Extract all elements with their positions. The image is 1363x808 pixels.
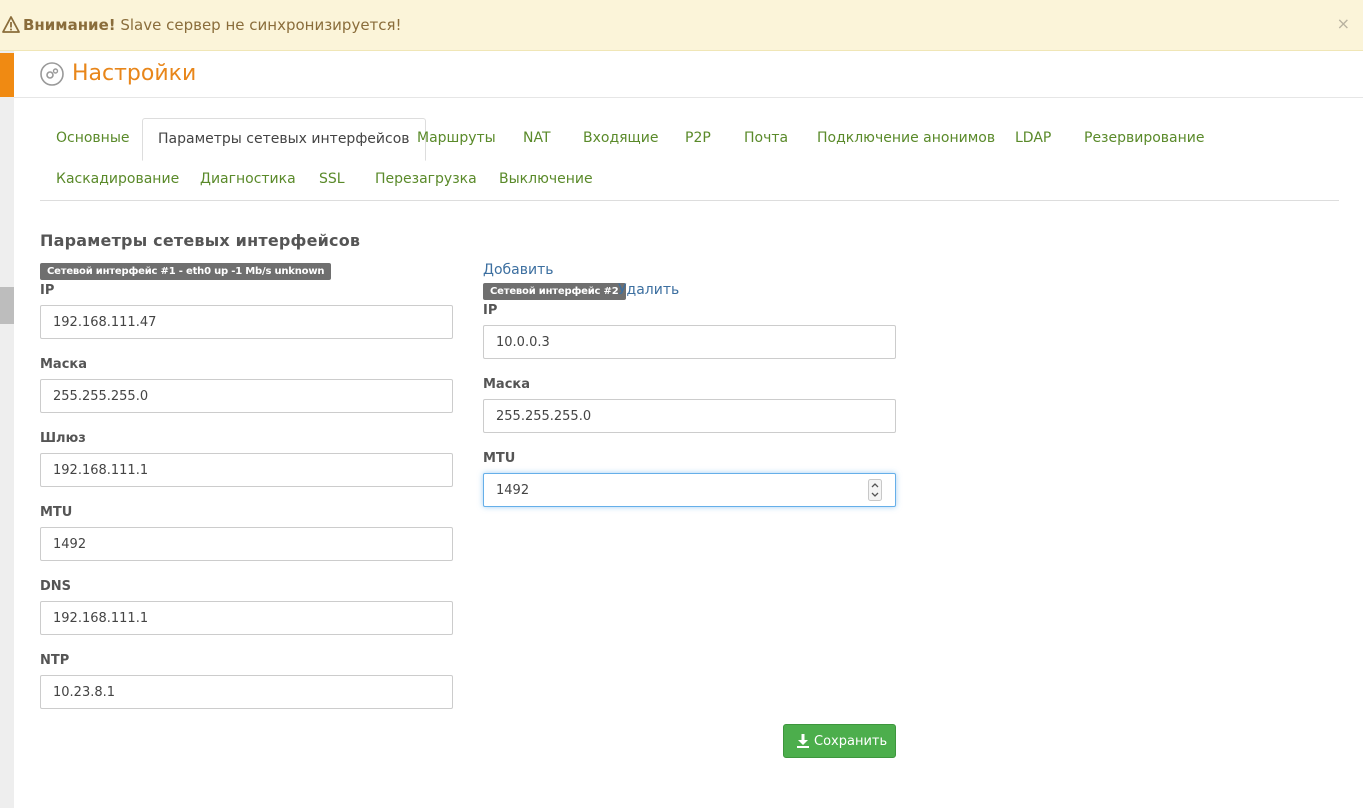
tab-ssl[interactable]: SSL: [319, 171, 345, 187]
alert-message: Slave сервер не синхронизируется!: [115, 16, 402, 34]
if1-mtu-label: MTU: [40, 505, 73, 520]
tab-reboot[interactable]: Перезагрузка: [375, 171, 477, 187]
download-icon: [797, 734, 809, 748]
sidebar-scroll-handle[interactable]: [0, 287, 14, 324]
alert-text: Внимание! Slave сервер не синхронизирует…: [23, 16, 402, 34]
save-label: Сохранить: [814, 734, 888, 749]
tab-p2p[interactable]: P2P: [685, 130, 711, 146]
if1-dns-label: DNS: [40, 579, 72, 594]
if1-ntp-label: NTP: [40, 653, 70, 668]
warning-icon: [2, 16, 20, 33]
tab-ldap[interactable]: LDAP: [1015, 130, 1051, 146]
if1-mask-input[interactable]: [40, 379, 453, 413]
add-interface-link[interactable]: Добавить: [483, 262, 553, 278]
delete-interface-link[interactable]: Удалить: [618, 282, 679, 298]
save-button[interactable]: Сохранить: [783, 724, 896, 758]
if1-ip-label: IP: [40, 283, 55, 298]
if2-mtu-label: MTU: [483, 451, 516, 466]
tab-routes[interactable]: Маршруты: [417, 130, 496, 146]
interface2-badge: Сетевой интерфейс #2: [483, 283, 626, 300]
tab-mail[interactable]: Почта: [744, 130, 788, 146]
tab-basic[interactable]: Основные: [56, 130, 130, 146]
tab-shutdown[interactable]: Выключение: [499, 171, 593, 187]
if1-ip-input[interactable]: [40, 305, 453, 339]
if1-gateway-label: Шлюз: [40, 431, 86, 446]
page-header: Настройки: [14, 51, 1363, 98]
if1-mask-label: Маска: [40, 357, 88, 372]
if2-mask-input[interactable]: [483, 399, 896, 433]
tab-backup[interactable]: Резервирование: [1084, 130, 1205, 146]
if2-mask-label: Маска: [483, 377, 531, 392]
sidebar-accent: [0, 53, 14, 97]
alert-strong: Внимание!: [23, 16, 116, 34]
mtu-spinner-icon[interactable]: [868, 479, 882, 501]
tab-network-interfaces[interactable]: Параметры сетевых интерфейсов: [142, 118, 426, 161]
page-title: Настройки: [72, 61, 197, 86]
if2-ip-input[interactable]: [483, 325, 896, 359]
settings-icon: [40, 62, 64, 86]
interface1-badge: Сетевой интерфейс #1 - eth0 up -1 Mb/s u…: [40, 263, 332, 280]
if1-gateway-input[interactable]: [40, 453, 453, 487]
if1-mtu-input[interactable]: [40, 527, 453, 561]
tab-incoming[interactable]: Входящие: [583, 130, 658, 146]
tab-anonymous[interactable]: Подключение анонимов: [817, 130, 995, 146]
if2-mtu-input[interactable]: [483, 473, 896, 507]
tab-diagnostics[interactable]: Диагностика: [200, 171, 296, 187]
warning-alert: Внимание! Slave сервер не синхронизирует…: [0, 0, 1363, 51]
if1-dns-input[interactable]: [40, 601, 453, 635]
if2-ip-label: IP: [483, 303, 498, 318]
section-title: Параметры сетевых интерфейсов: [40, 231, 361, 250]
left-sidebar-strip: [0, 51, 14, 808]
settings-tabs: Основные Параметры сетевых интерфейсов М…: [40, 118, 1339, 201]
tab-cascading[interactable]: Каскадирование: [56, 171, 179, 187]
alert-close-button[interactable]: ×: [1337, 14, 1350, 33]
if1-ntp-input[interactable]: [40, 675, 453, 709]
tab-nat[interactable]: NAT: [523, 130, 551, 146]
